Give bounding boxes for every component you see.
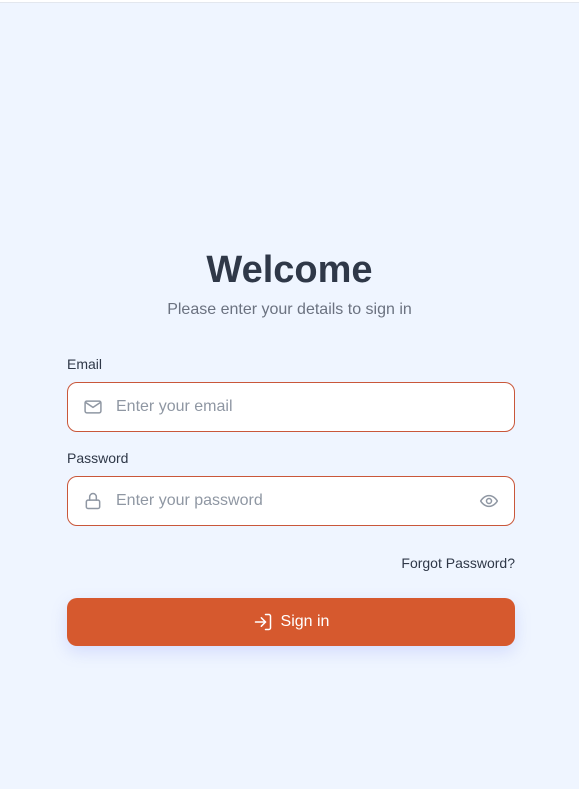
page-title: Welcome [206, 249, 373, 291]
page-subtitle: Please enter your details to sign in [167, 301, 412, 318]
eye-icon[interactable] [479, 491, 499, 511]
mail-icon [84, 400, 102, 414]
password-field-container[interactable] [67, 476, 515, 526]
sign-in-label: Sign in [280, 613, 330, 630]
forgot-password-link[interactable]: Forgot Password? [401, 554, 515, 572]
password-input[interactable] [116, 477, 466, 525]
email-label: Email [67, 356, 103, 372]
sign-in-button[interactable]: Sign in [67, 598, 515, 646]
email-input[interactable] [116, 383, 466, 431]
top-divider [0, 0, 579, 3]
lock-icon [85, 492, 101, 510]
email-field-container[interactable] [67, 382, 515, 432]
log-in-icon [254, 613, 271, 631]
password-label: Password [67, 450, 129, 466]
